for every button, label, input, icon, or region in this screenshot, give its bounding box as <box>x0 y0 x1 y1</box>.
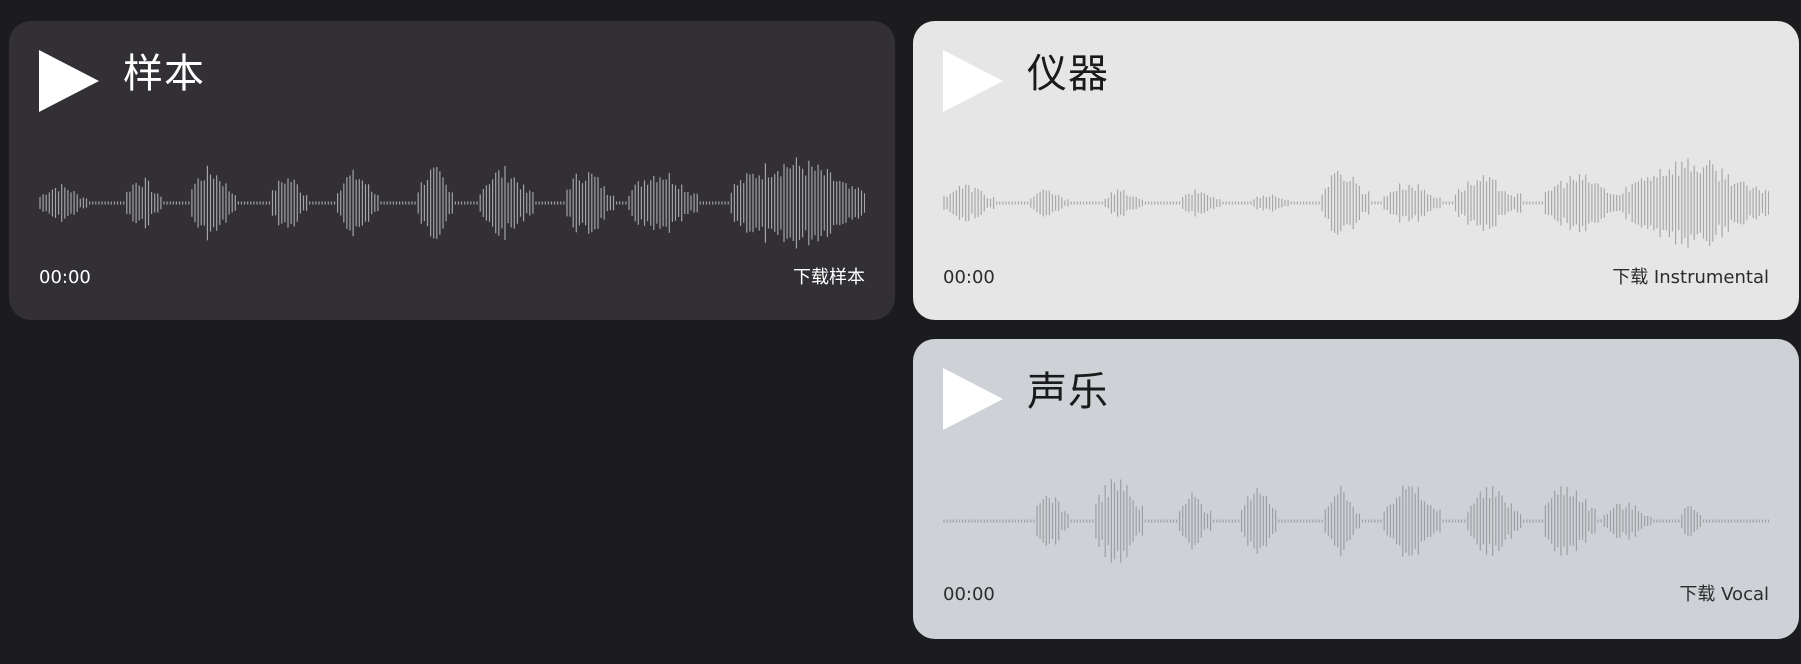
instrumental-track-title: 仪器 <box>1027 51 1109 97</box>
vocal-play-button[interactable] <box>943 368 1003 430</box>
sample-play-button[interactable] <box>39 50 99 112</box>
sample-waveform[interactable] <box>39 133 865 273</box>
sample-current-time: 00:00 <box>39 267 91 288</box>
instrumental-download-link[interactable]: 下载 Instrumental <box>1612 267 1769 289</box>
play-icon <box>943 50 1003 112</box>
play-icon <box>39 50 99 112</box>
sample-track-title: 样本 <box>123 51 205 97</box>
vocal-waveform[interactable] <box>943 451 1769 591</box>
instrumental-track-card: 仪器 00:00 下载 Instrumental <box>913 21 1799 320</box>
instrumental-current-time: 00:00 <box>943 267 995 288</box>
sample-track-card: 样本 00:00 下载样本 <box>9 21 895 320</box>
vocal-download-link[interactable]: 下载 Vocal <box>1679 584 1769 606</box>
vocal-track-card: 声乐 00:00 下载 Vocal <box>913 339 1799 639</box>
vocal-current-time: 00:00 <box>943 584 995 605</box>
instrumental-play-button[interactable] <box>943 50 1003 112</box>
sample-download-link[interactable]: 下载样本 <box>793 267 865 289</box>
play-icon <box>943 368 1003 430</box>
vocal-track-title: 声乐 <box>1027 369 1109 415</box>
instrumental-waveform[interactable] <box>943 133 1769 273</box>
